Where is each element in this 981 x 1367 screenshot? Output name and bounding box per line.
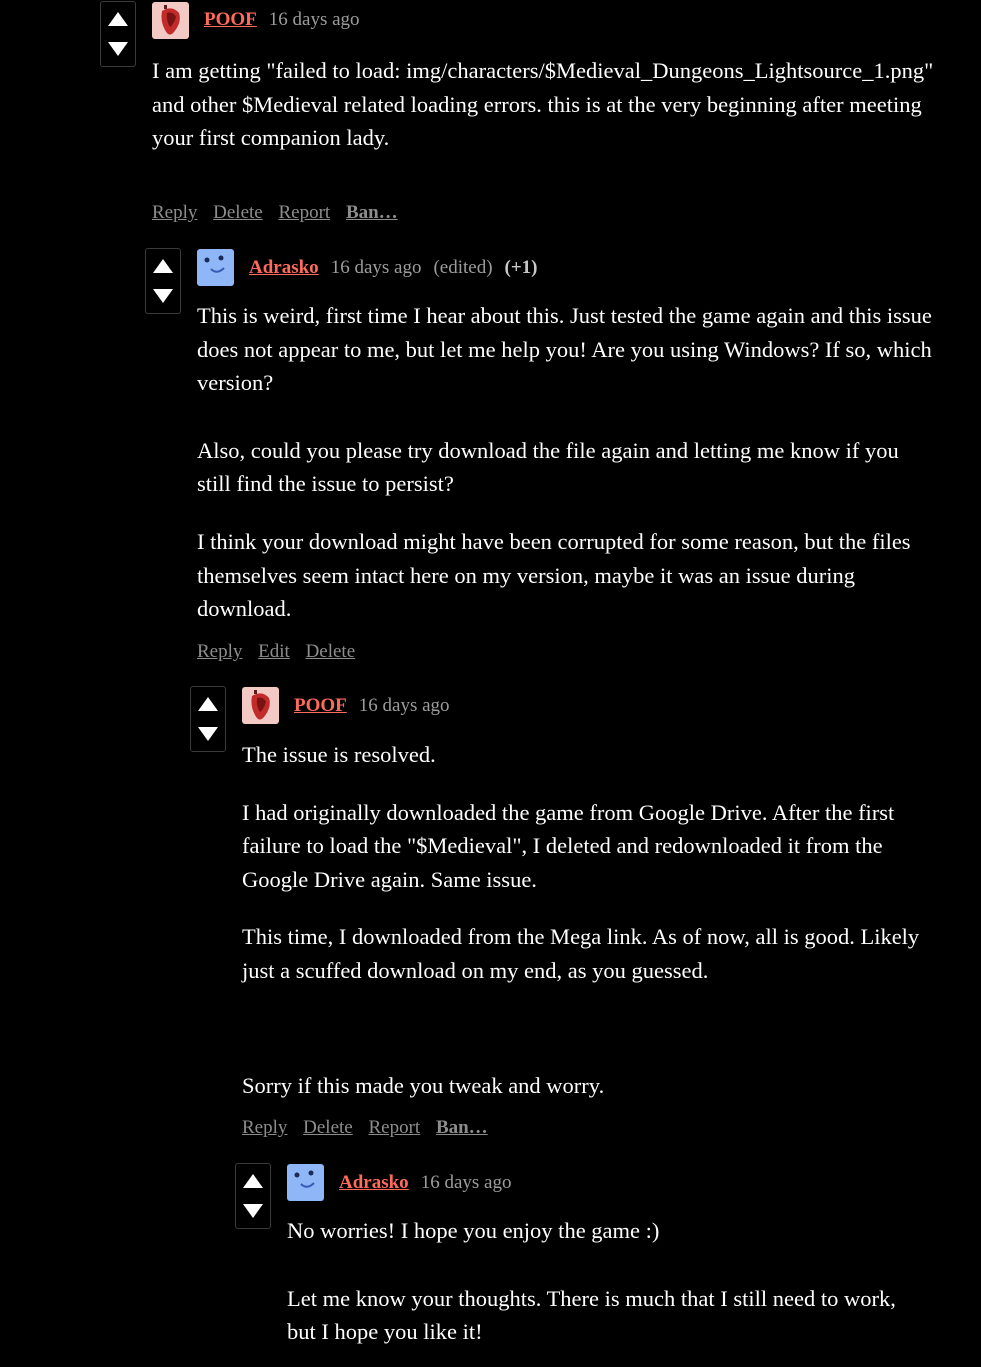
comment-body: This is weird, first time I hear about t…: [197, 299, 937, 626]
vote-controls: [235, 1163, 271, 1229]
reply-link[interactable]: Reply: [152, 202, 197, 223]
poof-avatar-icon[interactable]: [152, 2, 189, 39]
comment: Adrasko 16 days ago (edited) (+1) This is w…: [145, 248, 981, 668]
upvote-icon[interactable]: [107, 11, 129, 27]
vote-controls: [190, 686, 226, 752]
timestamp: 16 days ago: [420, 1172, 512, 1193]
vote-controls: [100, 1, 136, 67]
username-link[interactable]: Adrasko: [339, 1172, 409, 1193]
downvote-icon[interactable]: [242, 1203, 264, 1219]
comment: Adrasko 16 days ago No worries! I hope yo…: [235, 1163, 981, 1367]
comment-paragraph: This is weird, first time I hear about t…: [197, 303, 932, 396]
comment-header: Adrasko 16 days ago: [339, 1171, 511, 1195]
ban-link[interactable]: Ban…: [436, 1117, 488, 1138]
comment-body: No worries! I hope you enjoy the game :)…: [287, 1214, 907, 1349]
comment-body: The issue is resolved. I had originally …: [242, 738, 922, 1102]
downvote-icon[interactable]: [197, 726, 219, 742]
upvote-icon[interactable]: [242, 1173, 264, 1189]
upvote-icon[interactable]: [152, 258, 174, 274]
comment-body: I am getting "failed to load: img/charac…: [152, 54, 942, 155]
reply-link[interactable]: Reply: [197, 641, 242, 662]
downvote-icon[interactable]: [107, 41, 129, 57]
timestamp: 16 days ago: [358, 695, 450, 716]
edit-link[interactable]: Edit: [258, 641, 290, 662]
ban-link[interactable]: Ban…: [346, 202, 398, 223]
comment-paragraph: I am getting "failed to load: img/charac…: [152, 58, 934, 151]
poof-avatar-icon[interactable]: [242, 687, 279, 724]
report-link[interactable]: Report: [368, 1117, 420, 1138]
timestamp: 16 days ago: [330, 257, 422, 278]
delete-link[interactable]: Delete: [213, 202, 263, 223]
comment-actions: Reply Edit Delete: [197, 640, 366, 664]
comment-paragraph: Let me know your thoughts. There is much…: [287, 1285, 896, 1345]
comment-paragraph: No worries! I hope you enjoy the game :): [287, 1218, 660, 1243]
comment-paragraph: Sorry if this made you tweak and worry.: [242, 1072, 605, 1098]
comment-paragraph: The issue is resolved.: [242, 742, 436, 767]
delete-link[interactable]: Delete: [306, 641, 356, 662]
comment: POOF 16 days ago I am getting "failed to …: [100, 1, 981, 231]
comment-actions: Reply Delete Report Ban…: [152, 201, 409, 225]
username-link[interactable]: POOF: [294, 695, 347, 716]
delete-link[interactable]: Delete: [303, 1117, 353, 1138]
reply-link[interactable]: Reply: [242, 1117, 287, 1138]
timestamp: 16 days ago: [268, 9, 360, 30]
report-link[interactable]: Report: [278, 202, 330, 223]
comment-header: POOF 16 days ago: [294, 694, 450, 718]
downvote-icon[interactable]: [152, 288, 174, 304]
upvote-icon[interactable]: [197, 696, 219, 712]
comment-header: POOF 16 days ago: [204, 8, 360, 32]
comment: POOF 16 days ago The issue is resolved. I…: [190, 686, 981, 1146]
comment-actions: Reply Delete Report Ban…: [242, 1116, 499, 1140]
edited-label: (edited): [433, 257, 493, 278]
score-badge: (+1): [504, 257, 538, 278]
username-link[interactable]: Adrasko: [249, 257, 319, 278]
comment-paragraph: This time, I downloaded from the Mega li…: [242, 924, 920, 983]
comment-paragraph: Also, could you please try download the …: [197, 437, 899, 497]
username-link[interactable]: POOF: [204, 9, 257, 30]
adrasko-avatar-icon[interactable]: [287, 1164, 324, 1201]
comment-paragraph: I think your download might have been co…: [197, 528, 911, 622]
adrasko-avatar-icon[interactable]: [197, 249, 234, 286]
vote-controls: [145, 248, 181, 314]
comment-paragraph: I had originally downloaded the game fro…: [242, 799, 895, 892]
comment-header: Adrasko 16 days ago (edited) (+1): [249, 256, 538, 280]
